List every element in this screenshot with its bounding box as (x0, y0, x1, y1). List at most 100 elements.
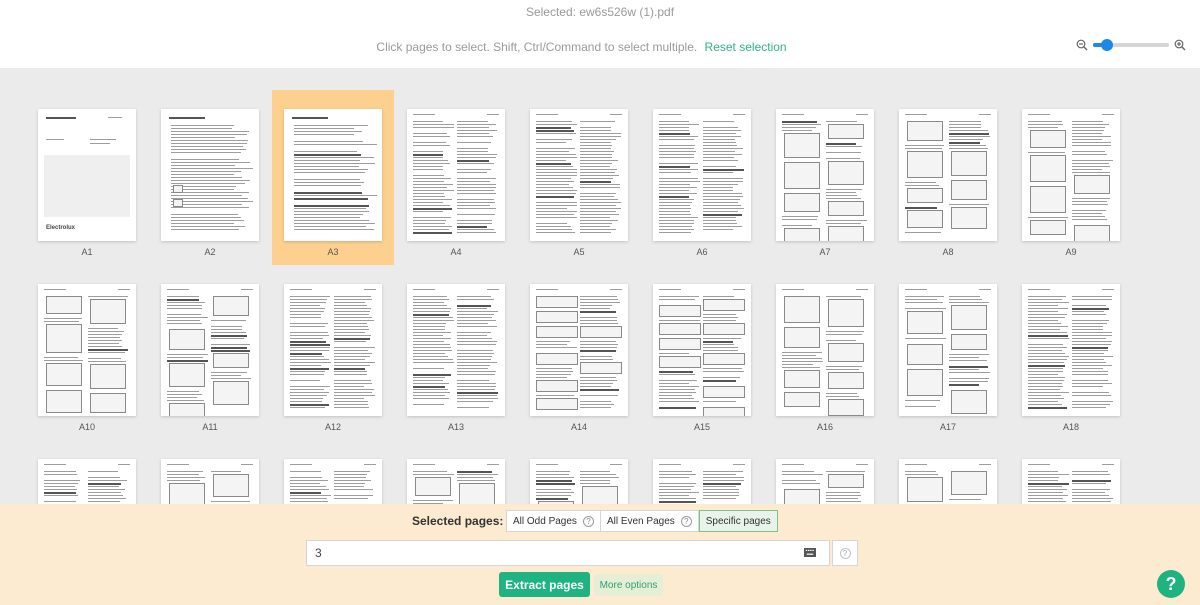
zoom-out-icon[interactable] (1076, 39, 1088, 51)
page-label: A16 (816, 422, 833, 432)
page-label: A13 (447, 422, 464, 432)
page-thumbnail[interactable] (395, 440, 517, 504)
selected-file-name: Selected: ew6s526w (1).pdf (525, 5, 675, 19)
page-label: A5 (573, 247, 585, 257)
zoom-control (1076, 37, 1188, 53)
pages-input-box (306, 540, 830, 566)
page-preview (161, 284, 259, 416)
page-thumbnail[interactable]: A8 (887, 90, 1009, 265)
page-preview (284, 284, 382, 416)
page-preview (161, 459, 259, 504)
all-odd-pages-option[interactable]: All Odd Pages ? (506, 510, 601, 532)
all-even-pages-option[interactable]: All Even Pages ? (600, 510, 699, 532)
page-preview (1022, 109, 1120, 241)
help-chat-button[interactable]: ? (1157, 570, 1185, 598)
page-thumbnail[interactable] (26, 440, 148, 504)
page-preview (161, 109, 259, 241)
page-thumbnail[interactable] (149, 440, 271, 504)
page-thumbnail[interactable]: A14 (518, 265, 640, 440)
help-icon[interactable]: ? (582, 515, 594, 527)
page-label: A9 (1065, 247, 1077, 257)
reset-selection-link[interactable]: Reset selection (705, 40, 787, 54)
page-preview: Electrolux (38, 109, 136, 241)
page-thumbnail[interactable]: A6 (641, 90, 763, 265)
zoom-in-icon[interactable] (1174, 39, 1186, 51)
option-label: Specific pages (705, 515, 771, 527)
page-preview (38, 459, 136, 504)
zoom-slider-handle[interactable] (1100, 39, 1113, 51)
page-preview (899, 459, 997, 504)
page-thumbnail[interactable]: A17 (887, 265, 1009, 440)
page-preview (776, 459, 874, 504)
page-thumbnail[interactable]: Electrolux A1 (26, 90, 148, 265)
page-label: A3 (327, 247, 339, 257)
option-label: All Odd Pages (513, 515, 577, 527)
page-preview (407, 109, 505, 241)
page-preview (1022, 459, 1120, 504)
page-thumbnail[interactable]: A15 (641, 265, 763, 440)
page-preview (284, 109, 382, 241)
brand-logo: Electrolux (46, 225, 76, 231)
page-grid: Electrolux A1 A2 A3 A4 A5 A6 A7 A8 A9 A10 A11 A12 A13… (0, 68, 1200, 504)
page-label: A8 (942, 247, 954, 257)
page-thumbnail[interactable]: A10 (26, 265, 148, 440)
page-preview (776, 284, 874, 416)
page-label: A7 (819, 247, 831, 257)
selection-mode-group: All Odd Pages ? All Even Pages ? Specifi… (506, 510, 778, 532)
page-thumbnail[interactable]: A11 (149, 265, 271, 440)
page-label: A6 (696, 247, 708, 257)
input-help-button[interactable]: ? (832, 540, 858, 566)
extract-panel: Selected pages: All Odd Pages ? All Even… (0, 504, 1200, 605)
page-thumbnail[interactable]: A7 (764, 90, 886, 265)
top-bar: Selected: ew6s526w (1).pdf Click pages t… (0, 0, 1200, 68)
page-preview (899, 284, 997, 416)
more-options-button[interactable]: More options (594, 574, 663, 596)
pages-input[interactable] (307, 541, 797, 565)
page-thumbnail[interactable] (272, 440, 394, 504)
page-label: A2 (204, 247, 216, 257)
page-preview (38, 284, 136, 416)
page-preview (284, 459, 382, 504)
page-label: A4 (450, 247, 462, 257)
page-thumbnail[interactable]: A16 (764, 265, 886, 440)
specific-pages-option[interactable]: Specific pages (698, 510, 778, 532)
page-preview (653, 459, 751, 504)
page-preview (407, 459, 505, 504)
page-preview (530, 284, 628, 416)
page-thumbnail[interactable]: A2 (149, 90, 271, 265)
page-thumbnail[interactable] (887, 440, 1009, 504)
page-thumbnail[interactable]: A18 (1010, 265, 1132, 440)
extract-pages-button[interactable]: Extract pages (499, 572, 590, 597)
page-thumbnail[interactable]: A3 (272, 90, 394, 265)
page-thumbnail[interactable] (518, 440, 640, 504)
page-preview (530, 109, 628, 241)
page-label: A10 (78, 422, 95, 432)
page-label: A11 (202, 422, 218, 432)
page-label: A1 (81, 247, 93, 257)
page-thumbnail[interactable]: A4 (395, 90, 517, 265)
page-label: A15 (693, 422, 710, 432)
page-thumbnail[interactable]: A5 (518, 90, 640, 265)
page-preview (407, 284, 505, 416)
page-preview (653, 109, 751, 241)
selection-instructions: Click pages to select. Shift, Ctrl/Comma… (0, 40, 1163, 54)
page-thumbnail[interactable]: A12 (272, 265, 394, 440)
page-preview (776, 109, 874, 241)
zoom-slider[interactable] (1093, 39, 1169, 51)
page-thumbnail[interactable]: A9 (1010, 90, 1132, 265)
page-label: A14 (570, 422, 587, 432)
help-icon: ? (839, 547, 851, 559)
page-thumbnail[interactable]: A13 (395, 265, 517, 440)
help-icon[interactable]: ? (680, 515, 692, 527)
page-label: A18 (1062, 422, 1079, 432)
page-label: A17 (939, 422, 956, 432)
page-preview (653, 284, 751, 416)
page-thumbnail[interactable] (764, 440, 886, 504)
keyboard-icon[interactable] (804, 548, 816, 557)
selected-pages-label: Selected pages: (412, 514, 504, 528)
page-preview (899, 109, 997, 241)
page-preview (1022, 284, 1120, 416)
page-thumbnail[interactable] (1010, 440, 1132, 504)
page-thumbnail[interactable] (641, 440, 763, 504)
option-label: All Even Pages (606, 515, 675, 527)
